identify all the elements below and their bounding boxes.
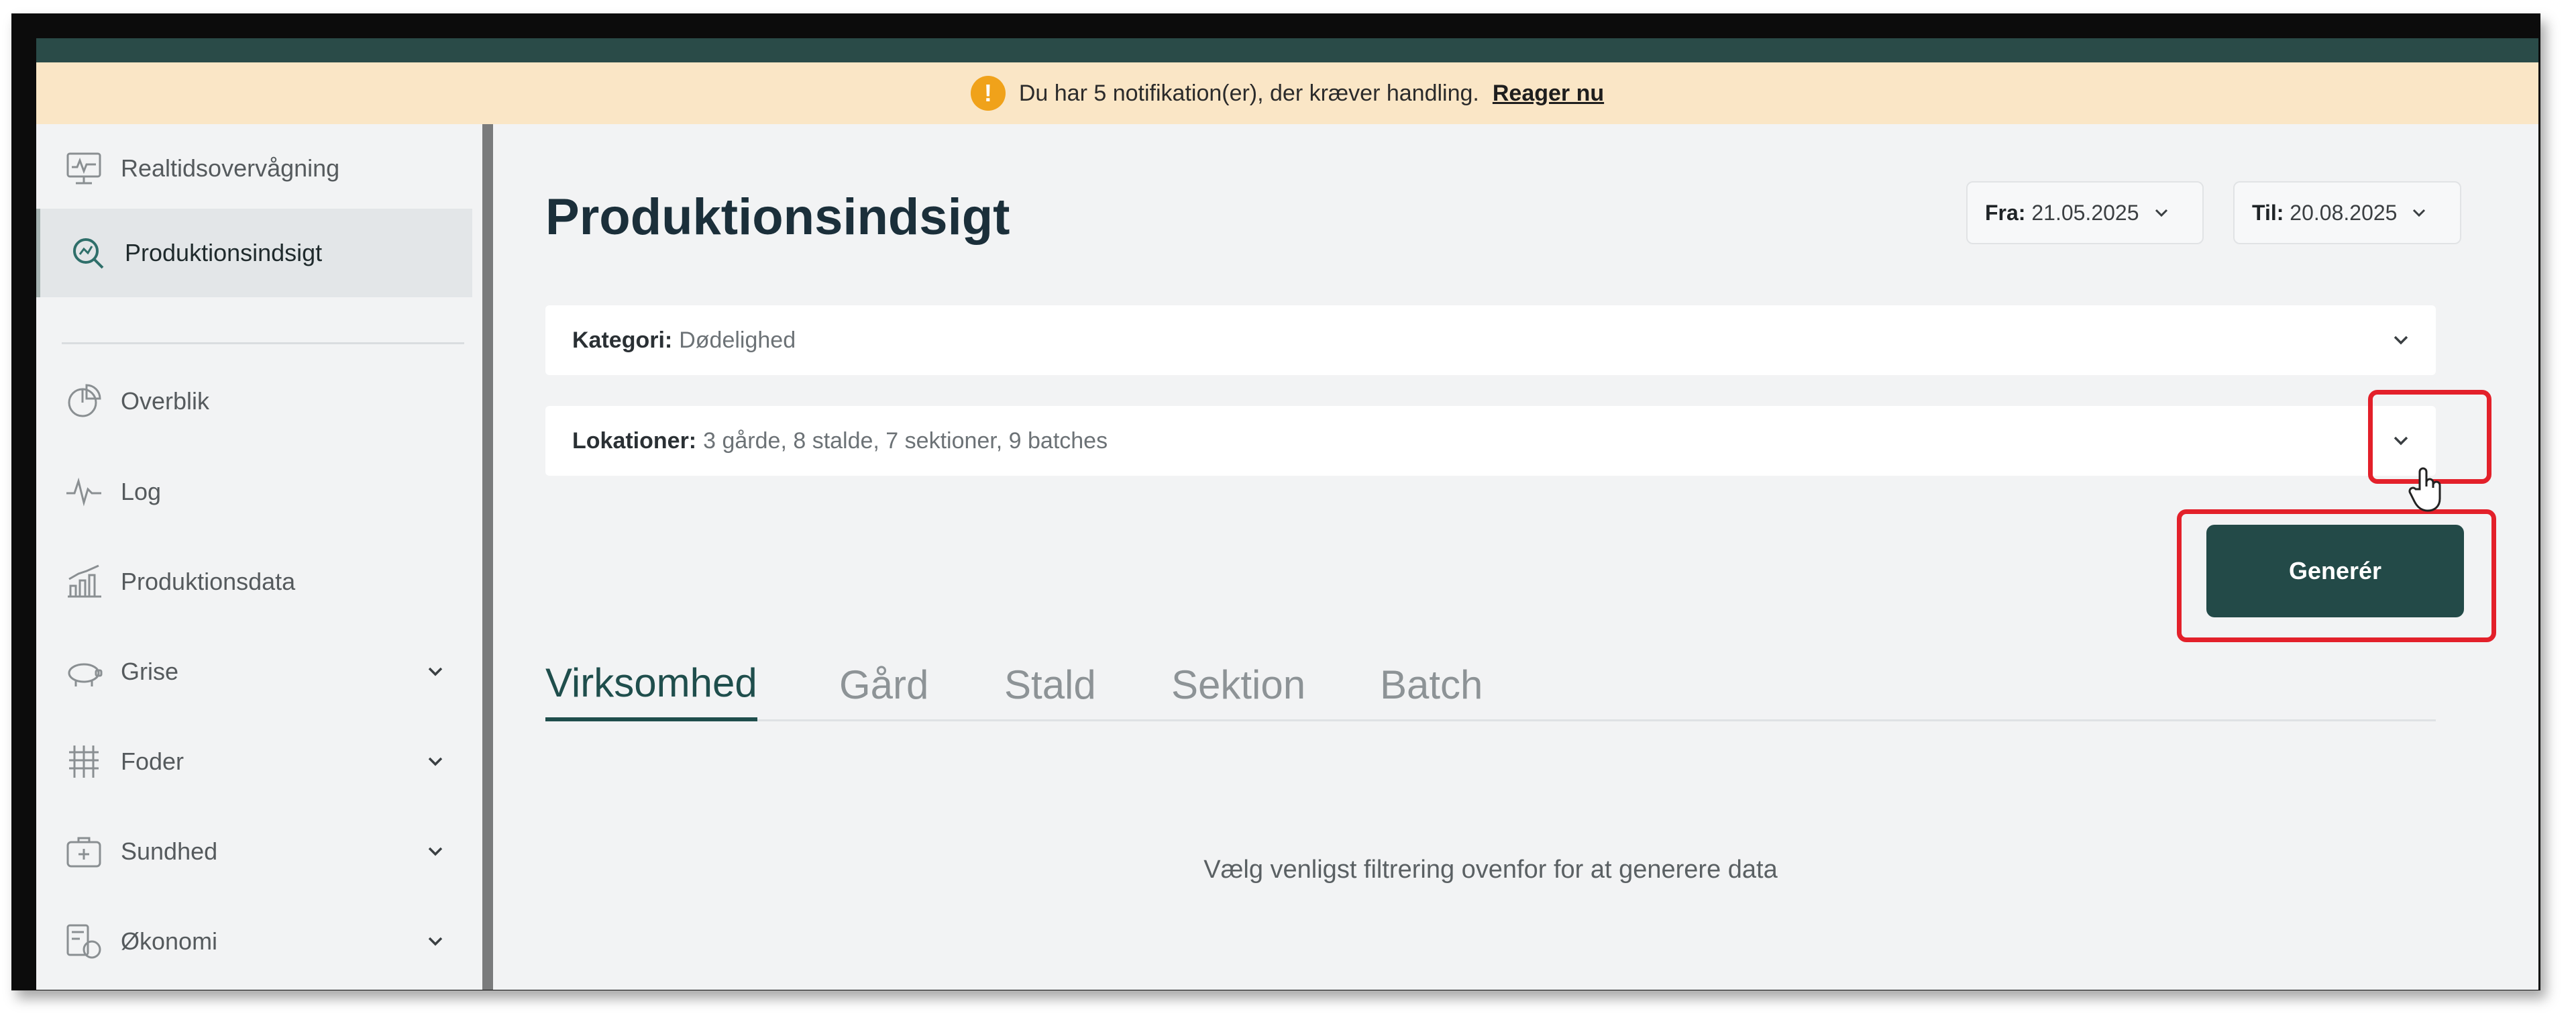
sidebar-item-label: Sundhed	[121, 837, 218, 865]
locations-label: Lokationer:	[572, 427, 697, 454]
sidebar-item-grise[interactable]: Grise	[36, 627, 472, 716]
category-label: Kategori:	[572, 327, 673, 353]
sidebar-item-okonomi[interactable]: Økonomi	[36, 897, 472, 986]
chevron-down-icon	[428, 937, 443, 946]
bar-chart-icon	[62, 560, 106, 604]
date-from-value: 21.05.2025	[2031, 200, 2139, 225]
notification-text: Du har 5 notifikation(er), der kræver ha…	[1018, 80, 1479, 106]
tab-stald[interactable]: Stald	[1004, 648, 1096, 721]
sidebar-item-label: Log	[121, 478, 162, 505]
screenshot-frame: ! Du har 5 notifikation(er), der kræver …	[11, 13, 2540, 990]
sidebar-item-label: Realtidsovervågning	[121, 154, 340, 182]
sidebar: Realtidsovervågning Produktionsindsigt O…	[36, 124, 482, 990]
date-from-picker[interactable]: Fra: 21.05.2025	[1966, 181, 2204, 244]
sidebar-border[interactable]	[482, 124, 493, 990]
date-to-picker[interactable]: Til: 20.08.2025	[2233, 181, 2461, 244]
pig-icon	[62, 650, 106, 694]
hand-cursor-icon	[2408, 467, 2441, 512]
category-filter-dropdown[interactable]: Kategori: Dødelighed	[545, 305, 2436, 375]
sidebar-item-foder[interactable]: Foder	[36, 717, 472, 806]
notification-banner: ! Du har 5 notifikation(er), der kræver …	[36, 62, 2538, 124]
sidebar-divider	[62, 342, 464, 344]
date-to-value: 20.08.2025	[2290, 200, 2398, 225]
empty-state-message: Vælg venligst filtrering ovenfor for at …	[1203, 856, 1778, 884]
chevron-down-icon	[2413, 209, 2426, 217]
date-to-label: Til:	[2252, 200, 2284, 225]
tab-batch[interactable]: Batch	[1380, 648, 1483, 721]
top-navigation-bar	[36, 38, 2538, 62]
sidebar-item-produktionsdata[interactable]: Produktionsdata	[36, 537, 472, 626]
tab-sektion[interactable]: Sektion	[1171, 648, 1305, 721]
monitor-icon	[62, 146, 106, 191]
coins-icon	[62, 919, 106, 964]
medical-bag-icon	[62, 829, 106, 874]
chevron-down-icon	[428, 847, 443, 856]
react-now-link[interactable]: Reager nu	[1493, 81, 1604, 107]
generate-button[interactable]: Generér	[2206, 525, 2464, 617]
category-value: Dødelighed	[679, 327, 796, 353]
sidebar-item-realtidsovervagning[interactable]: Realtidsovervågning	[36, 124, 472, 213]
chevron-down-icon	[428, 757, 443, 766]
main-content: Produktionsindsigt Fra: 21.05.2025 Til: …	[493, 124, 2538, 990]
sidebar-item-produktionsindsigt[interactable]: Produktionsindsigt	[36, 209, 472, 297]
locations-filter-dropdown[interactable]: Lokationer: 3 gårde, 8 stalde, 7 sektion…	[545, 406, 2436, 476]
date-from-label: Fra:	[1985, 200, 2026, 225]
search-chart-icon	[66, 231, 110, 275]
tab-virksomhed[interactable]: Virksomhed	[545, 648, 757, 721]
chevron-down-icon	[2155, 209, 2167, 217]
pie-chart-icon	[62, 379, 106, 423]
sidebar-item-label: Produktionsdata	[121, 568, 296, 595]
sidebar-item-label: Økonomi	[121, 927, 218, 955]
sidebar-item-label: Produktionsindsigt	[125, 239, 323, 266]
locations-value: 3 gårde, 8 stalde, 7 sektioner, 9 batche…	[703, 427, 1108, 454]
chevron-down-icon[interactable]	[2389, 328, 2413, 352]
sidebar-item-sundhed[interactable]: Sundhed	[36, 807, 472, 896]
sidebar-item-log[interactable]: Log	[36, 448, 472, 536]
page-title: Produktionsindsigt	[545, 189, 1010, 246]
sidebar-item-label: Foder	[121, 748, 184, 775]
pulse-icon	[62, 470, 106, 514]
tab-bar: Virksomhed Gård Stald Sektion Batch	[545, 648, 2436, 721]
sidebar-item-label: Grise	[121, 658, 179, 685]
app-window: ! Du har 5 notifikation(er), der kræver …	[36, 38, 2538, 990]
sidebar-item-label: Overblik	[121, 387, 210, 415]
chevron-down-icon	[428, 667, 443, 676]
warning-icon: !	[970, 76, 1006, 111]
sidebar-item-overblik[interactable]: Overblik	[36, 357, 472, 446]
grain-icon	[62, 739, 106, 784]
tab-gard[interactable]: Gård	[839, 648, 928, 721]
